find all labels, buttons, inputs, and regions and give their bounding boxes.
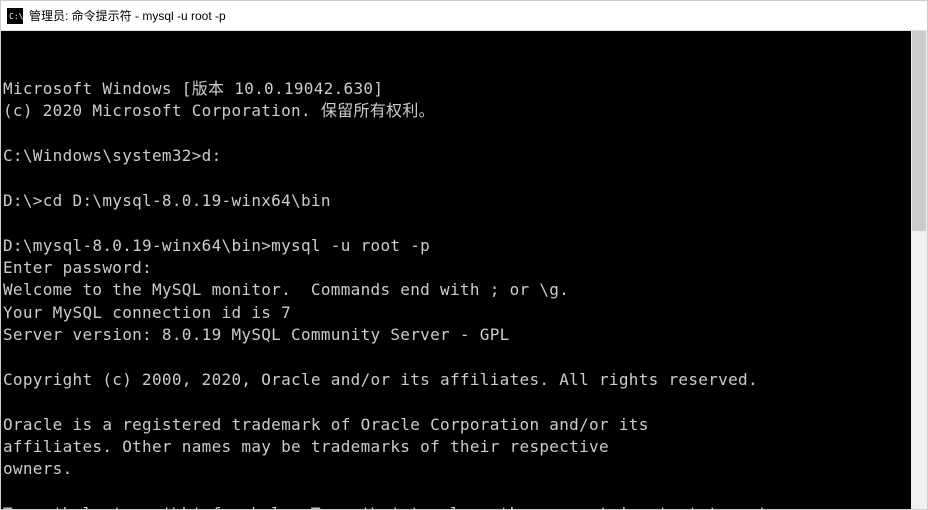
scrollbar[interactable] xyxy=(911,31,927,509)
terminal-window: C:\ 管理员: 命令提示符 - mysql -u root -p Micros… xyxy=(0,0,928,510)
cmd-icon: C:\ xyxy=(7,8,23,24)
terminal-output: Microsoft Windows [版本 10.0.19042.630] (c… xyxy=(3,78,927,509)
svg-text:C:\: C:\ xyxy=(9,12,23,21)
scrollbar-thumb[interactable] xyxy=(912,31,926,231)
terminal-area[interactable]: Microsoft Windows [版本 10.0.19042.630] (c… xyxy=(1,31,927,509)
window-title: 管理员: 命令提示符 - mysql -u root -p xyxy=(29,7,226,24)
titlebar[interactable]: C:\ 管理员: 命令提示符 - mysql -u root -p xyxy=(1,1,927,31)
